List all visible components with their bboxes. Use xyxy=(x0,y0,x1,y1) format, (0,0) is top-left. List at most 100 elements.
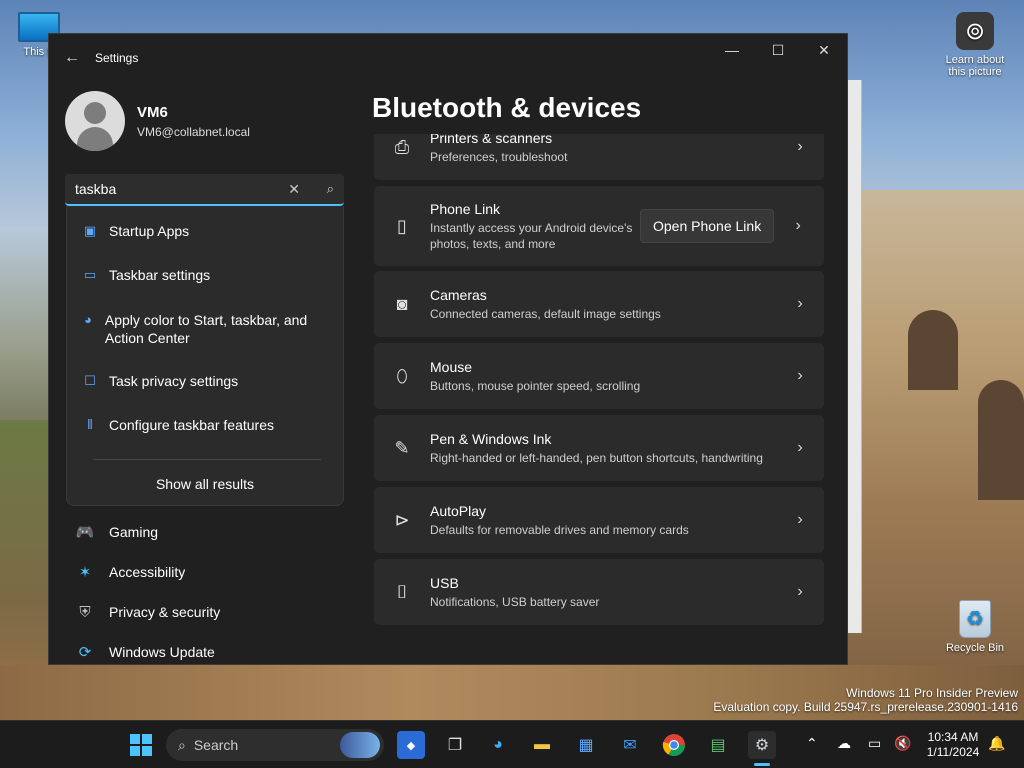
card-title: Cameras xyxy=(430,286,487,303)
mail-icon[interactable]: ✉ xyxy=(616,731,644,759)
card-usb[interactable]: ⌷ USB Notifications, USB battery saver › xyxy=(374,559,824,625)
autoplay-icon: ⊳ xyxy=(394,509,410,530)
search-highlight-icon xyxy=(340,732,380,758)
taskbar-search[interactable]: ⌕ Search xyxy=(166,729,384,761)
show-all-results-link[interactable]: Show all results xyxy=(67,476,343,492)
close-button[interactable]: ✕ xyxy=(801,34,847,66)
card-subtitle: Instantly access your Android device's p… xyxy=(430,220,633,251)
card-autoplay[interactable]: ⊳ AutoPlay Defaults for removable drives … xyxy=(374,487,824,553)
card-subtitle: Notifications, USB battery saver xyxy=(430,594,600,609)
search-icon[interactable]: ⌕ xyxy=(327,181,334,197)
suggestion-taskbar-settings[interactable]: ▭ Taskbar settings xyxy=(67,266,343,285)
taskbar: ⌕ Search ◆ ❐ ◕ ▬ ▦ ✉ ▤ ⚙ ⌃ ☁ ▭ 🔇 10:34 A… xyxy=(0,720,1024,768)
clear-icon[interactable]: ✕ xyxy=(288,181,300,198)
camera-lens-icon: ⊚ xyxy=(956,12,994,50)
startup-apps-icon: ▣ xyxy=(83,223,97,238)
task-view-icon[interactable]: ❐ xyxy=(441,731,469,759)
notification-bell-icon[interactable]: 🔔 xyxy=(988,735,1005,752)
printer-icon: ⎙ xyxy=(394,136,410,157)
chrome-icon[interactable] xyxy=(660,731,688,759)
cloud-offline-icon[interactable]: ☁ xyxy=(837,735,851,752)
shield-icon: ⛨ xyxy=(79,603,91,621)
suggestion-startup-apps[interactable]: ▣ Startup Apps xyxy=(67,222,343,241)
mouse-icon: ⬯ xyxy=(396,365,408,386)
chevron-right-icon: › xyxy=(797,439,803,456)
sidebar-item-gaming[interactable]: 🎮 Gaming xyxy=(65,512,345,552)
search-icon: ⌕ xyxy=(178,736,186,753)
clock-time: 10:34 AM xyxy=(927,730,979,744)
suggestion-task-privacy[interactable]: ☐ Task privacy settings xyxy=(67,372,343,391)
sidebar-item-label: Privacy & security xyxy=(109,604,221,620)
sidebar-item-label: Windows Update xyxy=(109,644,215,660)
sidebar-item-windows-update[interactable]: ⟳ Windows Update xyxy=(65,632,345,664)
network-icon[interactable]: ▭ xyxy=(868,735,881,752)
chevron-right-icon: › xyxy=(797,583,803,600)
copilot-preview-icon[interactable]: ◆ xyxy=(397,731,425,759)
chevron-right-icon: › xyxy=(797,511,803,528)
windows-logo-icon xyxy=(130,734,152,756)
chevron-right-icon: › xyxy=(797,295,803,312)
taskbar-features-icon: ⫴ xyxy=(87,417,93,432)
settings-search: ✕ ⌕ xyxy=(65,174,344,206)
card-title: AutoPlay xyxy=(430,502,487,519)
chevron-right-icon: › xyxy=(797,367,803,384)
windows-watermark: Windows 11 Pro Insider Preview Evaluatio… xyxy=(713,686,1018,714)
card-mouse[interactable]: ⬯ Mouse Buttons, mouse pointer speed, scr… xyxy=(374,343,824,409)
card-phone-link[interactable]: ▯ Phone Link Instantly access your Androi… xyxy=(374,186,824,266)
card-subtitle: Connected cameras, default image setting… xyxy=(430,306,661,321)
watermark-edition: Windows 11 Pro Insider Preview xyxy=(846,686,1018,700)
search-input[interactable] xyxy=(65,181,265,197)
window-title: Settings xyxy=(95,51,139,65)
card-title: Mouse xyxy=(430,358,473,375)
color-palette-icon: ◕ xyxy=(84,312,92,327)
update-icon: ⟳ xyxy=(78,644,92,661)
chevron-up-icon[interactable]: ⌃ xyxy=(806,735,818,752)
suggestion-apply-color[interactable]: ◕ Apply color to Start, taskbar, and Act… xyxy=(67,311,343,347)
sidebar-item-privacy-security[interactable]: ⛨ Privacy & security xyxy=(65,592,345,632)
card-printers-scanners[interactable]: ⎙ Printers & scanners Preferences, troubl… xyxy=(374,134,824,180)
file-explorer-icon[interactable]: ▬ xyxy=(528,731,556,759)
pen-icon: ✎ xyxy=(394,437,410,458)
start-button[interactable] xyxy=(127,731,155,759)
maximize-button[interactable]: ☐ xyxy=(755,34,801,66)
settings-window: ← Settings — ☐ ✕ VM6 VM6@collabnet.local… xyxy=(48,33,848,665)
taskbar-clock[interactable]: 10:34 AM 1/11/2024 xyxy=(918,730,988,760)
card-pen-windows-ink[interactable]: ✎ Pen & Windows Ink Right-handed or left-… xyxy=(374,415,824,481)
watermark-build: Evaluation copy. Build 25947.rs_prerelea… xyxy=(713,700,1018,714)
card-subtitle: Right-handed or left-handed, pen button … xyxy=(430,450,763,465)
desktop-icon-learn-about-picture[interactable]: ⊚ Learn about this picture xyxy=(936,12,1014,78)
desktop-icon-label: Learn about this picture xyxy=(945,54,1005,78)
taskbar-icon: ▭ xyxy=(83,267,97,282)
edge-icon[interactable]: ◕ xyxy=(484,731,512,759)
desktop-icon-recycle-bin[interactable]: ♻ Recycle Bin xyxy=(936,600,1014,654)
user-profile[interactable]: VM6 VM6@collabnet.local xyxy=(65,91,250,151)
back-button[interactable]: ← xyxy=(49,38,95,78)
open-phone-link-button[interactable]: Open Phone Link xyxy=(640,209,775,243)
active-app-indicator xyxy=(754,763,770,766)
card-title: Printers & scanners xyxy=(430,134,553,146)
suggestion-configure-taskbar[interactable]: ⫴ Configure taskbar features xyxy=(67,416,343,435)
avatar xyxy=(65,91,125,151)
sidebar-item-accessibility[interactable]: ✶ Accessibility xyxy=(65,552,345,592)
gamepad-icon: 🎮 xyxy=(75,524,95,541)
suggestion-label: Task privacy settings xyxy=(109,373,239,389)
title-bar[interactable]: ← Settings — ☐ ✕ xyxy=(49,34,847,82)
suggestion-label: Startup Apps xyxy=(109,223,190,239)
microsoft-store-icon[interactable]: ▦ xyxy=(572,731,600,759)
app-icon[interactable]: ▤ xyxy=(704,731,732,759)
volume-muted-icon[interactable]: 🔇 xyxy=(894,735,911,752)
sidebar-item-label: Accessibility xyxy=(109,564,186,580)
settings-card-list: ⎙ Printers & scanners Preferences, troubl… xyxy=(374,134,824,664)
card-cameras[interactable]: ◙ Cameras Connected cameras, default imag… xyxy=(374,271,824,337)
background-window-edge xyxy=(848,80,862,633)
chevron-right-icon: › xyxy=(795,217,801,234)
card-subtitle: Buttons, mouse pointer speed, scrolling xyxy=(430,378,641,393)
window-controls: — ☐ ✕ xyxy=(709,34,847,66)
arrow-left-icon: ← xyxy=(64,49,80,66)
settings-app-icon[interactable]: ⚙ xyxy=(748,731,776,759)
chevron-right-icon: › xyxy=(797,138,803,155)
suggestion-label: Taskbar settings xyxy=(109,267,211,283)
chrome-logo-icon xyxy=(662,734,685,756)
phone-icon: ▯ xyxy=(397,215,407,236)
minimize-button[interactable]: — xyxy=(709,34,755,66)
